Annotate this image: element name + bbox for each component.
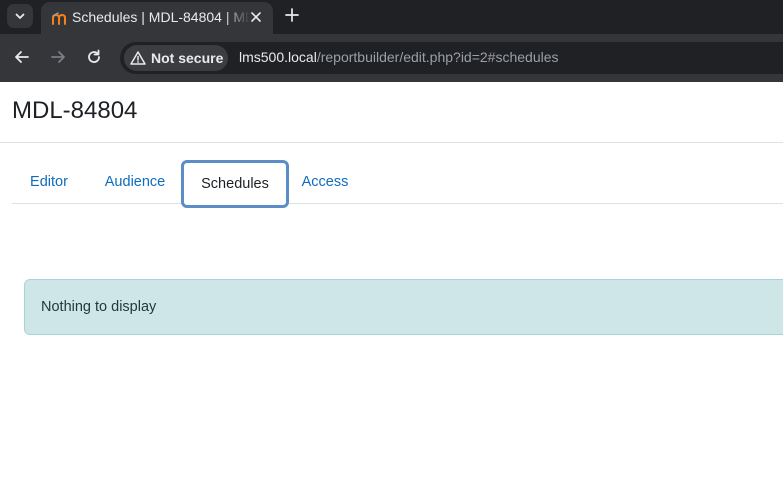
- page-content: MDL-84804 Editor Audience Schedules Acce…: [0, 82, 783, 484]
- header-divider: [0, 142, 783, 143]
- browser-tab[interactable]: Schedules | MDL-84804 | MDL-84804: [41, 2, 273, 34]
- tab-editor[interactable]: Editor: [18, 160, 80, 204]
- chevron-down-icon: [15, 13, 25, 19]
- report-tabs: Editor Audience Schedules Access: [12, 160, 783, 208]
- moodle-favicon-icon: [52, 12, 66, 25]
- alert-text: Nothing to display: [41, 299, 157, 315]
- forward-arrow-icon[interactable]: [49, 48, 67, 66]
- browser-toolbar: Not secure lms500.local/reportbuilder/ed…: [0, 34, 783, 82]
- browser-tab-title: Schedules | MDL-84804 | MDL-84804: [72, 9, 250, 25]
- back-arrow-icon[interactable]: [13, 48, 31, 66]
- url-path: /reportbuilder/edit.php?id=2#schedules: [316, 49, 559, 65]
- browser-tabstrip: Schedules | MDL-84804 | MDL-84804: [0, 0, 783, 34]
- security-label: Not secure: [151, 50, 224, 66]
- empty-state-alert: Nothing to display: [24, 279, 783, 335]
- tab-audience[interactable]: Audience: [96, 160, 174, 204]
- security-indicator[interactable]: Not secure: [124, 45, 228, 71]
- tab-access[interactable]: Access: [294, 160, 356, 204]
- close-icon[interactable]: [248, 9, 264, 25]
- reload-icon[interactable]: [85, 48, 103, 66]
- new-tab-plus-icon[interactable]: [283, 6, 301, 24]
- tab-search-button[interactable]: [7, 4, 33, 28]
- url-text[interactable]: lms500.local/reportbuilder/edit.php?id=2…: [239, 49, 559, 65]
- tab-schedules[interactable]: Schedules: [181, 160, 289, 208]
- page-title: MDL-84804: [12, 97, 138, 124]
- warning-triangle-icon: [130, 51, 146, 65]
- url-host: lms500.local: [239, 49, 317, 65]
- address-bar[interactable]: Not secure lms500.local/reportbuilder/ed…: [120, 42, 783, 74]
